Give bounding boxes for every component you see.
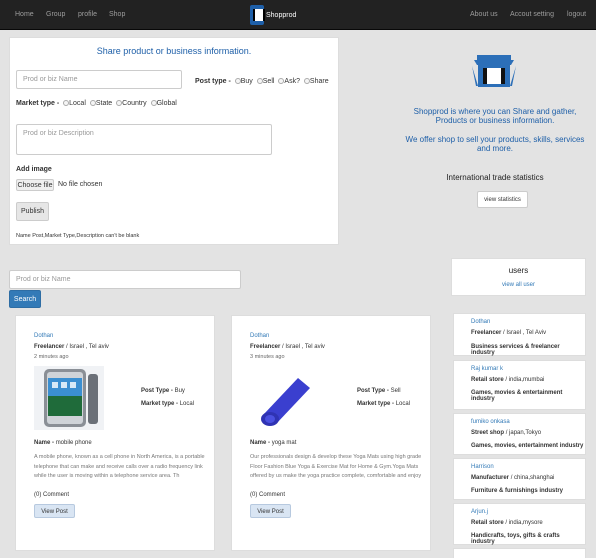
post-type-group: Post type - Buy Sell Ask? Share — [195, 78, 329, 85]
view-statistics-button[interactable]: view statistics — [477, 191, 528, 208]
view-all-users-link[interactable]: view all user — [452, 282, 585, 288]
post-type-ask-label: Ask? — [284, 78, 300, 85]
user-industry: Games, movies & entertainment industry — [471, 390, 563, 402]
user-role: Retail store / india,mumbai — [471, 377, 545, 383]
post-type-sell-label: Sell — [262, 78, 275, 85]
top-navbar: Home Group profile Shop Shopprod About u… — [0, 0, 596, 30]
post-time: 3 minutes ago — [250, 354, 285, 360]
publish-button[interactable]: Publish — [16, 202, 49, 221]
post-comment-count[interactable]: (0) Comment — [250, 492, 285, 498]
shopprod-logo-icon — [472, 55, 516, 87]
user-card: Arjun.j Retail store / india,mysore Hand… — [453, 503, 586, 545]
user-name-link[interactable]: Dothan — [471, 319, 490, 325]
user-role: Manufacturer / china,shanghai — [471, 475, 555, 481]
user-name-link[interactable]: fumiko onkasa — [471, 419, 510, 425]
post-user-role: Freelancer / Israel , Tel aviv — [250, 344, 325, 350]
market-type-global-label: Global — [156, 100, 177, 107]
user-card-partial — [453, 548, 586, 558]
choose-file-button[interactable]: Choose file — [16, 179, 54, 191]
user-card: fumiko onkasa Street shop / japan,Tokyo … — [453, 413, 586, 455]
post-user-link[interactable]: Dothan — [250, 333, 269, 339]
share-form-title: Share product or business information. — [96, 46, 252, 56]
user-name-link[interactable]: Raj kumar k — [471, 366, 503, 372]
market-type-state-label: State — [95, 100, 113, 107]
share-form-panel: Share product or business information. P… — [9, 37, 339, 245]
post-type-buy-label: Buy — [240, 78, 253, 85]
user-industry: Games, movies, entertainment industry — [471, 443, 584, 449]
user-card: Raj kumar k Retail store / india,mumbai … — [453, 360, 586, 410]
user-name-link[interactable]: Harrison — [471, 464, 494, 470]
validation-error-text: Name Post,Market Type,Description can't … — [16, 233, 140, 239]
post-type-info: Post Type - Sell — [357, 388, 401, 394]
user-industry: Furniture & furnishings industry — [471, 488, 564, 494]
post-name: Name - mobile phone — [34, 440, 92, 446]
market-type-country-label: Country — [122, 100, 147, 107]
post-name: Name - yoga mat — [250, 440, 297, 446]
nav-profile-link[interactable]: profile — [78, 11, 97, 18]
nav-logout-link[interactable]: logout — [567, 11, 586, 18]
market-type-info: Market type - Local — [141, 401, 195, 407]
post-user-role: Freelancer / Israel , Tel aviv — [34, 344, 109, 350]
about-text-2: We offer shop to sell your products, ski… — [405, 135, 585, 153]
view-post-button[interactable]: View Post — [250, 504, 291, 518]
user-name-link[interactable]: Arjun.j — [471, 509, 488, 515]
post-card: Dothan Freelancer / Israel , Tel aviv 3 … — [231, 315, 431, 551]
nav-group-link[interactable]: Group — [46, 11, 65, 18]
user-industry: Business services & freelancer industry — [471, 344, 560, 356]
view-post-button[interactable]: View Post — [34, 504, 75, 518]
users-panel-title: users — [508, 266, 529, 275]
add-image-label: Add image — [16, 166, 52, 173]
post-type-label: Post type - — [195, 78, 231, 85]
post-type-info: Post Type - Buy — [141, 388, 185, 394]
post-time: 2 minutes ago — [34, 354, 69, 360]
about-text-1: Shopprod is where you can Share and gath… — [413, 107, 577, 125]
prod-description-textarea[interactable]: Prod or biz Description — [16, 124, 272, 155]
post-description: Our professionals design & develop these… — [250, 454, 422, 479]
search-input[interactable]: Prod or biz Name — [9, 270, 241, 289]
search-button[interactable]: Search — [9, 290, 41, 308]
user-role: Retail store / india,mysore — [471, 520, 543, 526]
user-card: Harrison Manufacturer / china,shanghai F… — [453, 458, 586, 500]
post-type-share-label: Share — [309, 78, 329, 85]
user-card: Dothan Freelancer / Israel , Tel Aviv Bu… — [453, 313, 586, 356]
post-comment-count[interactable]: (0) Comment — [34, 492, 69, 498]
no-file-chosen-text: No file chosen — [58, 181, 103, 188]
mobile-phone-image — [34, 366, 104, 430]
shop-logo-icon — [250, 5, 265, 25]
stats-title: International trade statistics — [446, 173, 544, 182]
brand-logo-link[interactable]: Shopprod — [250, 5, 296, 25]
market-type-info: Market type - Local — [357, 401, 411, 407]
nav-about-link[interactable]: About us — [470, 11, 498, 18]
market-type-local-label: Local — [69, 100, 86, 107]
nav-home-link[interactable]: Home — [15, 11, 34, 18]
yoga-mat-image — [254, 366, 318, 430]
users-panel: users view all user — [451, 258, 586, 296]
user-industry: Handicrafts, toys, gifts & crafts indust… — [471, 533, 560, 545]
post-card: Dothan Freelancer / Israel , Tel aviv 2 … — [15, 315, 215, 551]
post-user-link[interactable]: Dothan — [34, 333, 53, 339]
market-type-label: Market type - — [16, 100, 60, 107]
user-role: Freelancer / Israel , Tel Aviv — [471, 330, 547, 336]
post-description: A mobile phone, known as a cell phone in… — [34, 454, 205, 479]
brand-name: Shopprod — [266, 11, 297, 19]
nav-shop-link[interactable]: Shop — [109, 11, 125, 18]
user-role: Street shop / japan,Tokyo — [471, 430, 542, 436]
nav-account-setting-link[interactable]: Accout setting — [510, 11, 554, 18]
market-type-group: Market type - Local State Country Global — [16, 100, 177, 107]
prod-name-input[interactable]: Prod or biz Name — [16, 70, 182, 89]
